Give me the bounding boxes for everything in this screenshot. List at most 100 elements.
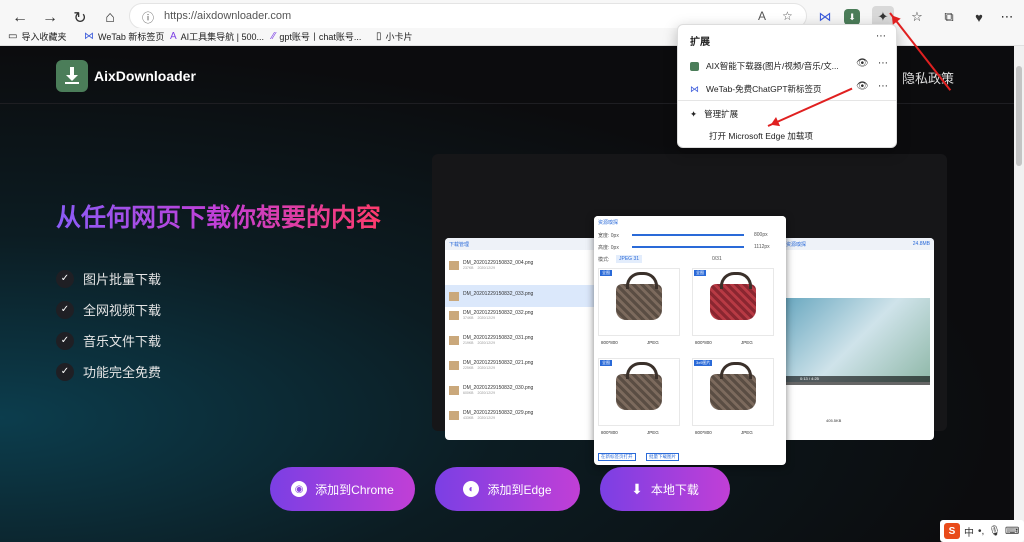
file-row[interactable]: DM_20201229150832_033.png [445,285,601,307]
file-row[interactable]: DM_20201229150832_029.png 433KB 2020/12/29 [449,410,533,420]
file-size: 225KB [463,366,474,370]
file-thumbnail [449,335,459,345]
puzzle-icon: ✦ [690,108,698,119]
scrollbar-thumb[interactable] [1016,66,1022,166]
width-slider[interactable] [632,234,744,236]
file-thumbnail [449,385,459,395]
handbag-image [616,362,662,410]
mic-icon[interactable]: 🎙 [988,526,1001,537]
punctuation-icon[interactable]: •, [978,526,984,537]
wetab-icon: ⋈ [690,83,699,94]
manage-extensions[interactable]: ✦ 管理扩展 [690,108,738,120]
file-meta: 225KB 2020/12/29 [463,366,533,370]
file-row[interactable]: DM_20201229150832_021.png 225KB 2020/12/29 [449,360,533,370]
home-icon[interactable]: ⌂ [98,6,122,30]
height-slider[interactable] [632,246,744,248]
hero-title: 从任何网页下载你想要的内容 [56,198,381,234]
file-row[interactable]: DM_20201229150832_032.png 374KB 2020/12/29 [449,310,533,320]
tile-badge: 3x9图片 [694,360,713,366]
favorite-add-icon[interactable]: ☆ [782,9,793,23]
refresh-icon[interactable]: ↻ [68,6,92,30]
tile-format: JPEG [647,430,659,435]
file-thumbnail [449,260,459,270]
site-info-icon[interactable]: ⓘ [142,9,154,26]
file-size: 219KB [463,341,474,345]
image-tile[interactable]: 全图 800*800 JPEG [598,268,680,345]
url-text: https://aixdownloader.com [164,10,292,22]
sogou-icon: S [944,523,960,539]
file-date: 2020/12/29 [477,316,496,320]
file-meta: 433KB 2020/12/29 [463,416,533,420]
read-aloud-icon[interactable]: A [758,9,766,23]
file-row[interactable]: DM_20201229150832_030.png 600KB 2020/12/29 [449,385,533,395]
favorites-icon[interactable]: ☆ [906,6,928,28]
feature-item: ✓ 音乐文件下载 [56,331,161,350]
bookmark-gpt[interactable]: ⁄⁄ gpt账号丨chat账号... [272,30,361,43]
collections-icon[interactable]: ⧉ [938,6,960,28]
pin-eye-icon[interactable]: 👁 [856,81,869,92]
image-tile[interactable]: 全图 800*800 JPEG [692,268,774,345]
more-options-icon[interactable]: ⋯ [878,81,888,92]
file-row[interactable]: DM_20201229150832_031.png 219KB 2020/12/29 [449,335,533,345]
aix-icon [690,61,699,71]
logo-icon[interactable] [56,60,88,92]
handbag-image [616,272,662,320]
batch-download-button[interactable]: 批量下载图片 [646,453,679,461]
local-download-button[interactable]: ⬇ 本地下载 [600,467,730,511]
aix-extension-icon[interactable]: ⬇ [844,9,860,25]
file-info: DM_20201229150832_033.png [463,291,533,301]
back-icon[interactable]: ← [8,6,32,30]
file-thumbnail [449,360,459,370]
feature-item: ✓ 全网视频下载 [56,300,161,319]
file-size: 237KB [463,266,474,270]
file-date: 2020/12/29 [477,391,496,395]
add-to-edge-button[interactable]: ◐ 添加到Edge [435,467,580,511]
tile-dimensions: 800*800 [695,340,712,345]
brand-name[interactable]: AixDownloader [94,68,196,84]
product-preview: 下载管理 DM_20201229150832_004.png 237KB 2020/… [432,154,947,465]
tile-format: JPEG [647,340,659,345]
extension-item-wetab[interactable]: ⋈ WeTab-免费ChatGPT新标签页 [690,83,822,95]
add-to-chrome-button[interactable]: ◉ 添加到Chrome [270,467,415,511]
bookmark-card[interactable]: ▯ 小卡片 [376,30,413,43]
file-row[interactable]: DM_20201229150832_004.png 237KB 2020/12/29 [449,260,533,270]
file-thumbnail [449,310,459,320]
file-info: DM_20201229150832_004.png 237KB 2020/12/29 [463,260,533,270]
tile-dimensions: 800*800 [695,430,712,435]
open-addons-link[interactable]: 打开 Microsoft Edge 加载项 [709,130,813,142]
menu-icon[interactable]: ⋯ [996,6,1018,28]
ai-icon: A [170,31,177,42]
feature-item: ✓ 功能完全免费 [56,362,161,381]
resource-sniffer-window: 资源嗅探 宽度: 0px 800px 高度: 0px 1112px 模式: JP… [594,216,786,465]
download-icon: ⬇ [631,480,643,497]
image-tile[interactable]: 全图 800*800 JPEG [598,358,680,435]
file-info: DM_20201229150832_021.png 225KB 2020/12/29 [463,360,533,370]
keyboard-icon[interactable]: ⌨ [1005,526,1019,537]
folder-icon: ▭ [8,31,18,42]
file-date: 2020/12/29 [477,366,496,370]
format-filter[interactable]: JPEG 31 [616,255,643,263]
bookmark-import[interactable]: ▭ 导入收藏夹 [8,30,66,43]
more-options-icon[interactable]: ⋯ [876,31,886,42]
tile-dimensions: 800*800 [601,340,618,345]
file-size: 433KB [463,416,474,420]
ime-mode[interactable]: 中 [964,524,974,539]
handbag-image [710,272,756,320]
page-scrollbar[interactable] [1014,46,1024,542]
file-size: 374KB [463,316,474,320]
extension-item-aix[interactable]: AIX智能下载器(图片/视频/音乐/文... [690,60,839,72]
pin-eye-icon[interactable]: 👁 [856,58,869,69]
bookmark-wetab[interactable]: ⋈ WeTab 新标签页 [84,30,164,43]
handbag-image [710,362,756,410]
bookmark-ai-tools[interactable]: A AI工具集导航 | 500... [170,30,264,43]
check-icon: ✓ [56,300,74,319]
more-options-icon[interactable]: ⋯ [878,58,888,69]
video-frame [786,298,930,382]
check-icon: ✓ [56,362,74,381]
forward-icon[interactable]: → [38,6,62,30]
image-tile[interactable]: 3x9图片 800*800 JPEG [692,358,774,435]
open-new-tab-button[interactable]: 在新标签页打开 [598,453,636,461]
ime-toolbar[interactable]: S 中 •, 🎙 ⌨ [940,520,1024,542]
tile-format: JPEG [741,430,753,435]
profile-icon[interactable]: ♥ [968,6,990,28]
